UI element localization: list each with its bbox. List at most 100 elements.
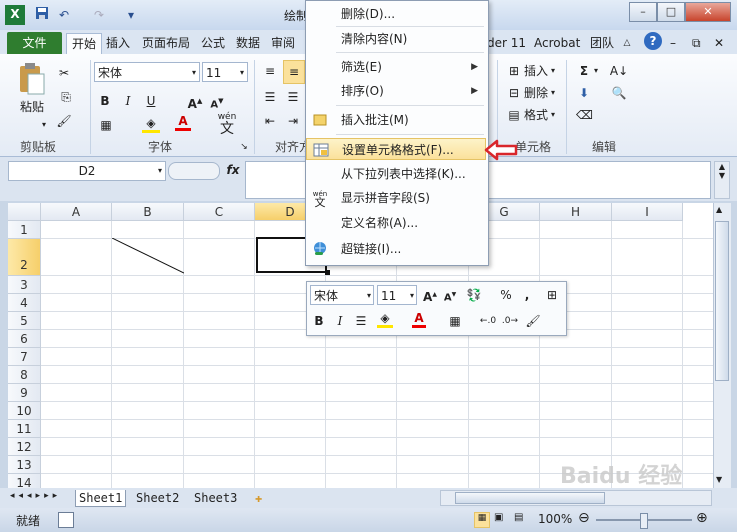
zoom-slider-thumb[interactable] — [640, 513, 648, 529]
tab-formulas[interactable]: 公式 — [201, 33, 225, 53]
format-cells-label[interactable]: 格式 — [524, 106, 548, 124]
chevron-down-icon[interactable]: ▾ — [551, 106, 555, 124]
column-header[interactable]: H — [540, 203, 612, 221]
name-box[interactable]: D2 ▾ — [8, 161, 166, 181]
diagonal-line-shape[interactable] — [112, 238, 184, 274]
row-header[interactable]: 13 — [8, 456, 41, 474]
row-header[interactable]: 10 — [8, 402, 41, 420]
vertical-scrollbar[interactable]: ▲ ▼ — [713, 203, 731, 488]
mini-font-size-combo[interactable]: 11 ▾ — [377, 285, 417, 305]
row-header[interactable]: 7 — [8, 348, 41, 366]
tab-addin[interactable]: der 11 — [487, 33, 526, 53]
doc-minimize-icon[interactable]: – — [670, 33, 676, 53]
mini-italic-button[interactable]: I — [333, 312, 347, 330]
menu-item-hyperlink[interactable]: 超链接(I)... — [306, 238, 486, 260]
close-button[interactable]: ✕ — [685, 2, 731, 22]
fill-icon[interactable]: ⬇ — [576, 84, 592, 102]
doc-close-icon[interactable]: ✕ — [714, 33, 724, 53]
underline-button[interactable]: U — [143, 92, 159, 110]
tab-review[interactable]: 审阅 — [271, 33, 295, 53]
autosum-icon[interactable]: Σ — [576, 62, 592, 80]
mini-comma-button[interactable]: , — [522, 286, 532, 304]
align-center-icon[interactable]: ☰ — [285, 88, 301, 106]
row-header[interactable]: 8 — [8, 366, 41, 384]
align-left-icon[interactable]: ☰ — [262, 88, 278, 106]
sheet-tab-sheet3[interactable]: Sheet3 — [191, 490, 240, 506]
mini-increase-decimal-icon[interactable]: ←.0 — [479, 312, 497, 330]
sheet-tab-sheet2[interactable]: Sheet2 — [133, 490, 182, 506]
insert-function-button[interactable]: fx — [224, 161, 242, 179]
redo-icon[interactable]: ↷ — [90, 6, 108, 24]
mini-font-color-icon[interactable]: A — [412, 311, 426, 328]
paste-dropdown-icon[interactable]: ▾ — [38, 116, 50, 134]
menu-item-delete[interactable]: 删除(D)... — [306, 3, 486, 25]
tab-acrobat[interactable]: Acrobat — [534, 33, 580, 53]
paste-icon[interactable] — [18, 62, 46, 96]
row-header[interactable]: 11 — [8, 420, 41, 438]
bold-button[interactable]: B — [97, 92, 113, 110]
borders-icon[interactable]: ▦ — [97, 116, 115, 134]
mini-center-align-icon[interactable]: ☰ — [353, 312, 369, 330]
menu-item-insert-comment[interactable]: 插入批注(M) — [306, 109, 486, 131]
align-middle-icon[interactable]: ≡ — [283, 60, 305, 84]
minimize-button[interactable]: – — [629, 2, 657, 22]
font-color-icon[interactable]: A — [175, 114, 191, 131]
menu-item-filter[interactable]: 筛选(E) ▶ — [306, 56, 486, 78]
tab-insert[interactable]: 插入 — [106, 33, 130, 53]
undo-icon[interactable]: ↶ — [55, 6, 73, 24]
insert-sheet-icon[interactable]: ✚ — [252, 490, 265, 506]
insert-cells-label[interactable]: 插入 — [524, 62, 548, 80]
mini-merge-center-icon[interactable]: ⊞ — [543, 286, 561, 304]
zoom-out-icon[interactable]: ⊖ — [578, 510, 590, 526]
mini-bold-button[interactable]: B — [312, 312, 326, 330]
chevron-down-icon[interactable]: ▾ — [551, 84, 555, 102]
menu-item-show-phonetic[interactable]: wén 文 显示拼音字段(S) — [306, 187, 486, 209]
customize-qat-icon[interactable]: ▾ — [122, 6, 140, 24]
menu-item-sort[interactable]: 排序(O) ▶ — [306, 80, 486, 102]
cut-icon[interactable]: ✂ — [56, 64, 72, 82]
macro-record-icon[interactable] — [58, 512, 74, 528]
find-select-icon[interactable]: 🔍 — [608, 84, 630, 102]
row-header[interactable]: 5 — [8, 312, 41, 330]
formula-bar-expand-icon[interactable]: ▲ ▼ — [714, 161, 730, 199]
row-header[interactable]: 1 — [8, 221, 41, 239]
mini-accounting-format-icon[interactable]: 💱 — [465, 286, 483, 304]
font-name-combo[interactable]: 宋体 ▾ — [94, 62, 200, 82]
sort-filter-icon[interactable]: A↓ — [608, 62, 630, 80]
format-painter-icon[interactable]: 🖌 — [56, 112, 72, 130]
insert-cells-icon[interactable]: ⊞ — [506, 62, 522, 80]
paste-button-label[interactable]: 粘贴 — [18, 98, 46, 116]
zoom-slider[interactable] — [596, 513, 692, 529]
decrease-indent-icon[interactable]: ⇤ — [262, 112, 278, 130]
tab-team[interactable]: 团队 — [590, 33, 614, 53]
delete-cells-label[interactable]: 删除 — [524, 84, 548, 102]
formula-bar-divider-handle[interactable] — [168, 162, 220, 180]
mini-fill-color-icon[interactable]: ◈ — [377, 311, 393, 328]
menu-item-define-name[interactable]: 定义名称(A)... — [306, 212, 486, 234]
format-cells-ribbon-icon[interactable]: ▤ — [506, 106, 522, 124]
row-header[interactable]: 2 — [8, 239, 41, 276]
chevron-down-icon[interactable]: ▾ — [551, 62, 555, 80]
tab-data[interactable]: 数据 — [236, 33, 260, 53]
select-all-corner[interactable] — [8, 203, 41, 221]
help-icon[interactable]: ? — [644, 32, 662, 50]
page-break-view-icon[interactable]: ▤ — [514, 512, 523, 523]
fill-handle[interactable] — [325, 270, 330, 275]
mini-shrink-font-icon[interactable]: A▼ — [442, 286, 458, 304]
save-icon[interactable] — [33, 6, 51, 24]
tab-page-layout[interactable]: 页面布局 — [142, 33, 190, 53]
mini-borders-icon[interactable]: ▦ — [447, 312, 463, 330]
phonetic-guide-icon[interactable]: wén 文 — [216, 112, 238, 138]
menu-item-format-cells[interactable]: 设置单元格格式(F)... — [306, 138, 486, 160]
column-header[interactable]: C — [184, 203, 255, 221]
doc-restore-icon[interactable]: ⧉ — [692, 33, 701, 53]
vertical-scroll-thumb[interactable] — [715, 221, 729, 381]
ribbon-minimize-icon[interactable]: △ — [620, 33, 634, 53]
mini-font-name-combo[interactable]: 宋体 ▾ — [310, 285, 374, 305]
fill-color-icon[interactable]: ◈ — [142, 116, 160, 133]
horizontal-scrollbar[interactable] — [440, 490, 712, 506]
sheet-tab-sheet1[interactable]: Sheet1 — [75, 490, 127, 507]
column-header[interactable]: I — [612, 203, 683, 221]
grow-font-icon[interactable]: A▲ — [186, 92, 204, 111]
chevron-down-icon[interactable]: ▾ — [594, 62, 598, 80]
